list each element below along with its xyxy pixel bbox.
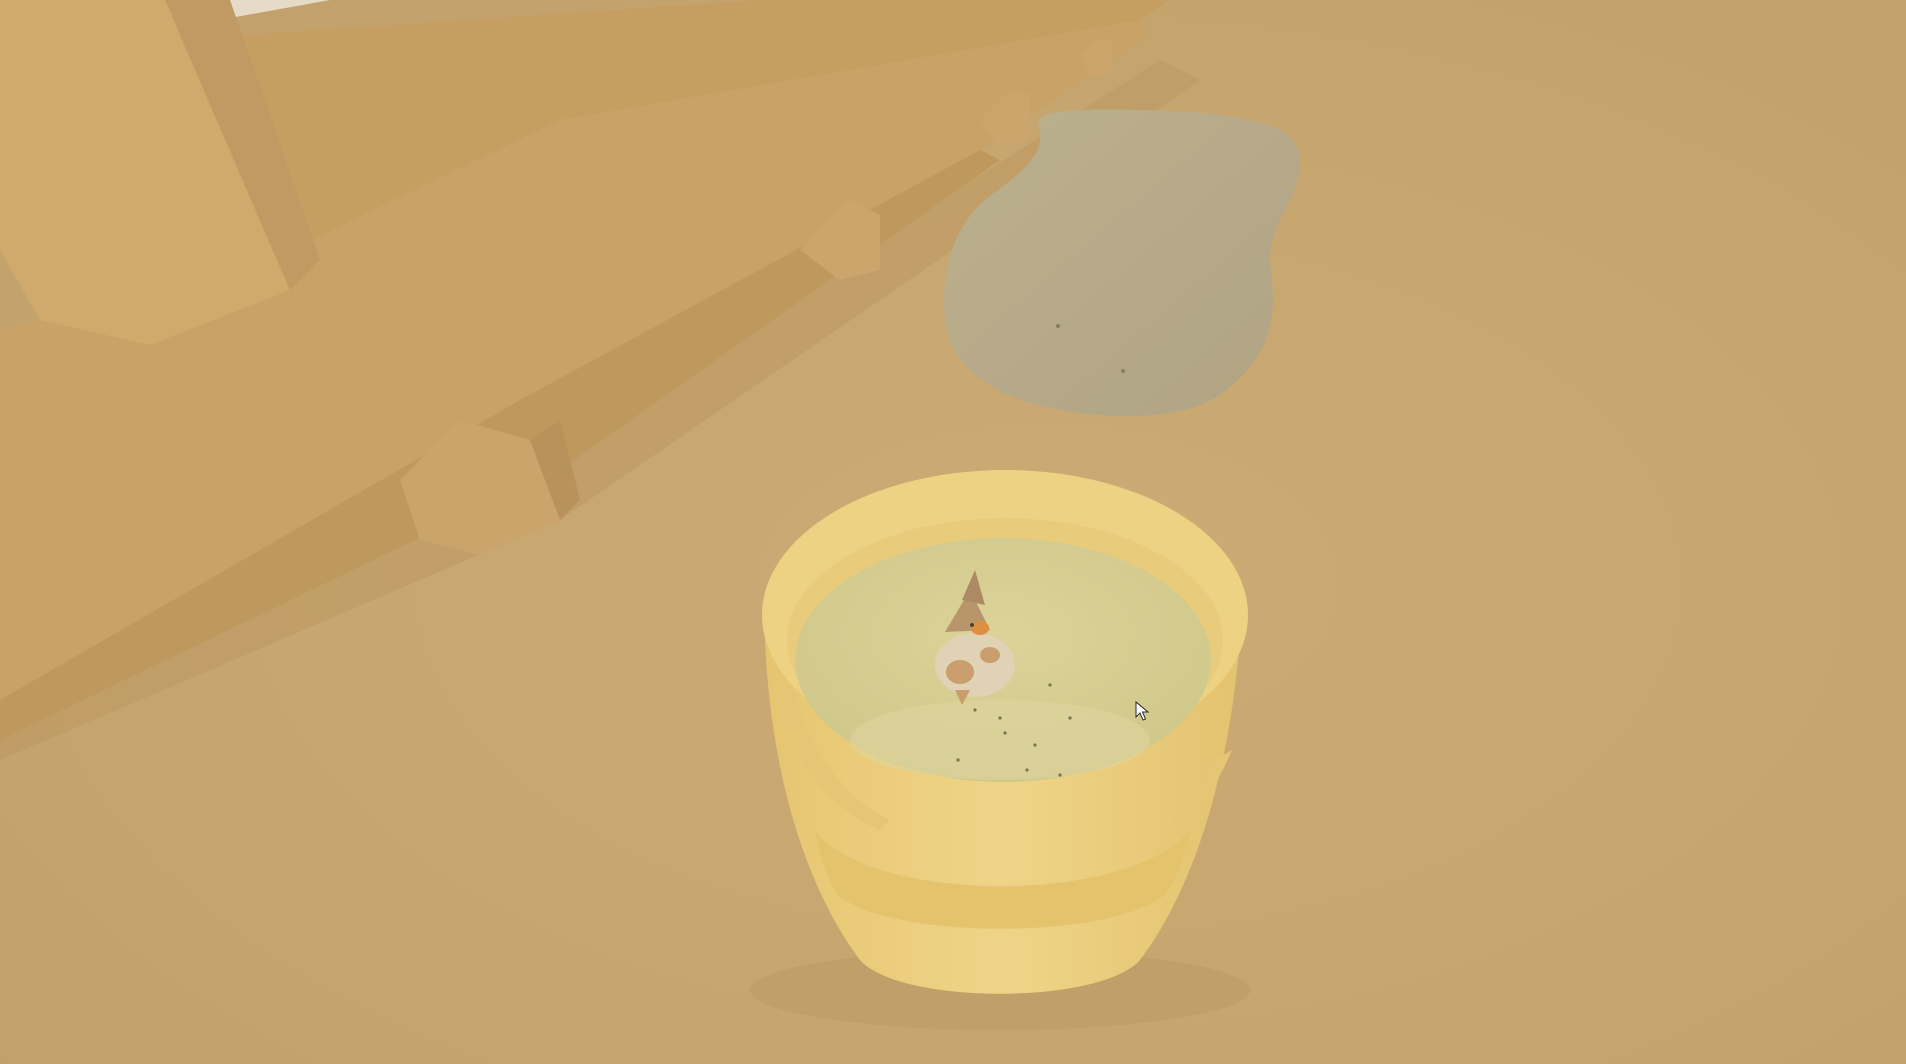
game-scene xyxy=(0,0,1906,1064)
game-viewport[interactable] xyxy=(0,0,1906,1064)
haze-overlay xyxy=(0,0,1906,1064)
